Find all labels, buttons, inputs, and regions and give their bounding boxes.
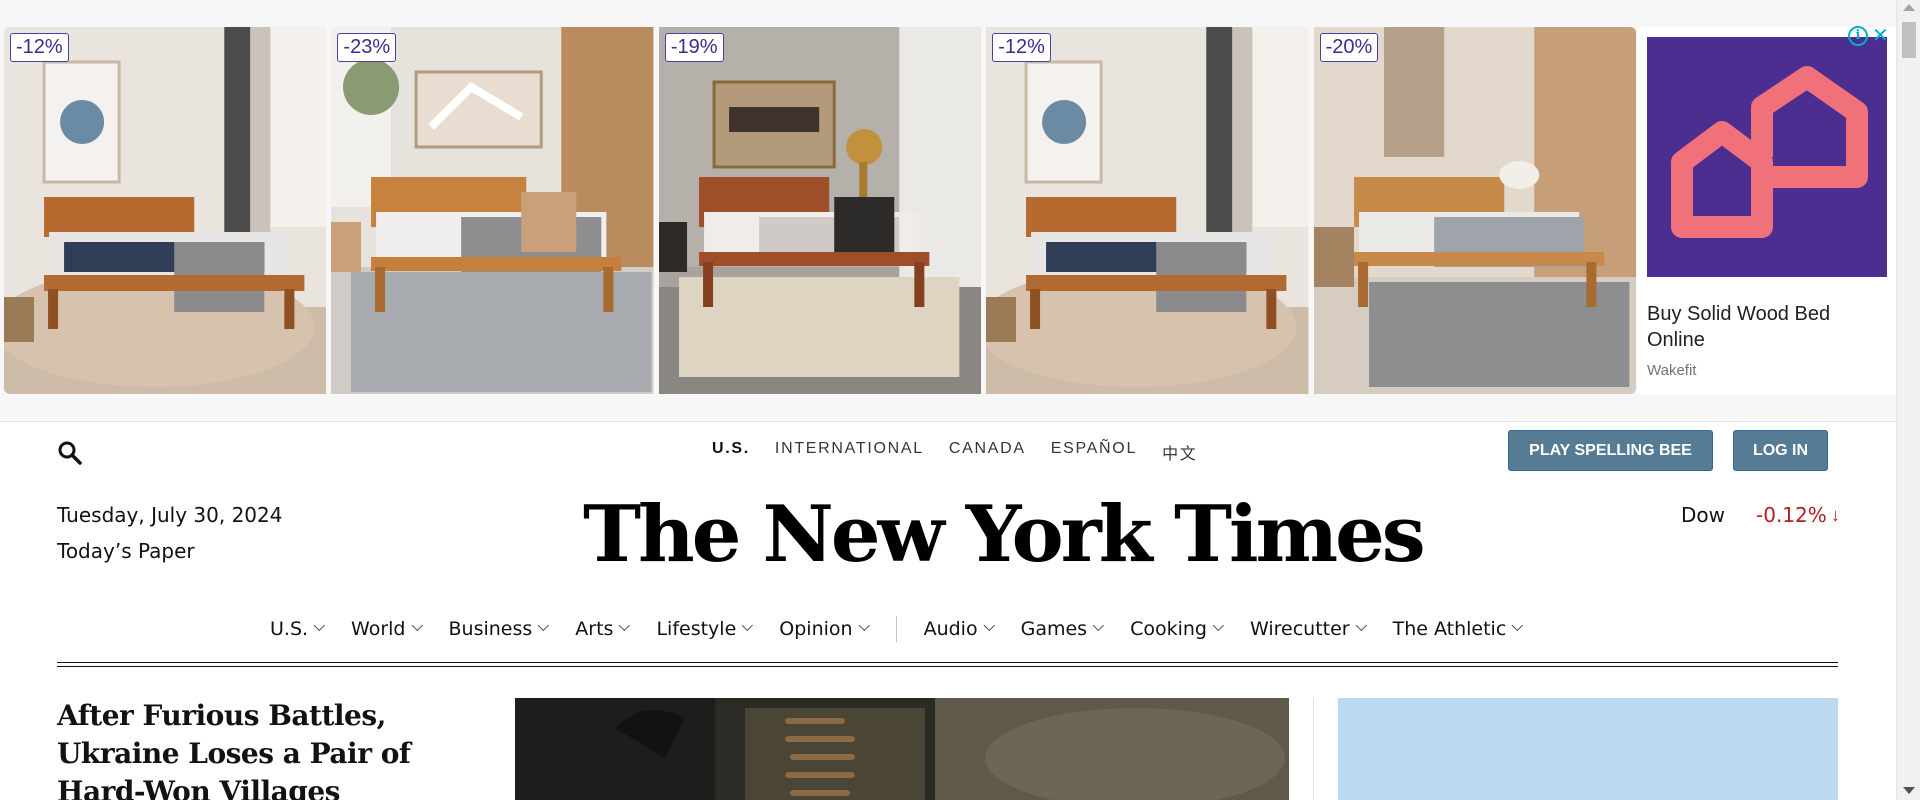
nav-label: Business [448,618,533,640]
bed-product-image [1313,27,1637,394]
chevron-down-icon [858,619,870,632]
scrollbar[interactable] [1896,0,1920,800]
close-icon[interactable]: ✕ [1872,26,1889,46]
nav-label: Lifestyle [656,618,737,640]
discount-badge: -12% [992,33,1051,62]
nav-item-games[interactable]: Games [1020,618,1105,640]
ad-banner: -12% -23% -19% -12% -20% Buy Solid Wood … [0,0,1896,421]
nav-item-opinion[interactable]: Opinion [779,618,870,640]
section-nav: U.S. World Business Arts Lifestyle Opini… [270,615,1549,643]
todays-paper-link[interactable]: Today’s Paper [57,539,195,563]
arrow-down-icon: ↓ [1831,505,1840,525]
lead-story-image[interactable] [515,698,1289,800]
nav-item-wirecutter[interactable]: Wirecutter [1249,618,1367,640]
bed-product-image [986,27,1309,394]
secondary-story-image[interactable] [1338,698,1838,800]
nav-item-arts[interactable]: Arts [575,618,631,640]
bed-product-image [331,27,654,394]
edition-chinese[interactable]: 中文 [1162,440,1197,464]
ad-side-panel[interactable]: Buy Solid Wood Bed Online Wakefit [1637,27,1896,394]
current-date: Tuesday, July 30, 2024 [57,503,283,527]
edition-menu: U.S. INTERNATIONAL CANADA ESPAÑOL 中文 [712,440,1197,464]
chevron-down-icon [1092,619,1105,632]
chevron-down-icon [983,619,995,632]
nav-item-us[interactable]: U.S. [270,618,325,640]
chevron-down-icon [1212,619,1224,632]
chevron-down-icon [619,619,631,632]
nav-item-cooking[interactable]: Cooking [1130,618,1224,640]
discount-badge: -12% [10,33,69,62]
ad-choices[interactable]: i ✕ [1848,26,1894,46]
column-divider [1313,698,1314,800]
nav-item-world[interactable]: World [351,618,423,640]
ad-title[interactable]: Buy Solid Wood Bed Online [1647,301,1887,353]
nav-label: Games [1020,618,1088,640]
ad-product-card[interactable]: -19% [658,27,982,394]
nyt-logo[interactable]: The New York Times [583,482,1426,587]
ad-product-carousel: -12% -23% -19% -12% -20% [4,27,1637,394]
nav-label: The Athletic [1392,618,1507,640]
scroll-down-arrow-icon[interactable] [1903,787,1915,794]
scrollbar-thumb[interactable] [1902,22,1916,58]
chevron-down-icon [411,619,423,632]
chevron-down-icon [313,619,325,632]
nav-separator [895,616,897,642]
ad-divider [0,421,1896,422]
discount-badge: -19% [664,33,724,62]
play-spelling-bee-button[interactable]: PLAY SPELLING BEE [1508,430,1713,471]
ammunition-photo [515,698,1289,800]
nav-label: Cooking [1130,618,1207,640]
edition-international[interactable]: INTERNATIONAL [775,440,924,464]
nav-rule [57,662,1838,663]
discount-badge: -23% [337,33,397,62]
nav-label: Opinion [779,618,853,640]
ad-product-card[interactable]: -12% [986,27,1309,394]
search-icon[interactable] [57,440,83,466]
nav-item-lifestyle[interactable]: Lifestyle [656,618,754,640]
nav-item-business[interactable]: Business [448,618,550,640]
chevron-down-icon [1511,619,1524,632]
wakefit-logo [1647,37,1887,277]
nav-label: Wirecutter [1249,618,1350,640]
ad-info-icon[interactable]: i [1848,26,1868,46]
ad-advertiser[interactable]: Wakefit [1647,362,1696,379]
lead-headline[interactable]: After Furious Battles, Ukraine Loses a P… [57,697,477,800]
bed-product-image [4,27,327,394]
chevron-down-icon [741,619,754,632]
ad-product-card[interactable]: -23% [331,27,654,394]
nav-label: Arts [575,618,614,640]
nav-rule [57,666,1838,667]
market-ticker-value[interactable]: -0.12% [1756,503,1827,527]
discount-badge: -20% [1319,33,1379,62]
ad-product-card[interactable]: -20% [1313,27,1637,394]
nav-item-audio[interactable]: Audio [923,618,995,640]
logo-text: The New York Times [583,489,1426,580]
nav-item-the-athletic[interactable]: The Athletic [1392,618,1524,640]
edition-canada[interactable]: CANADA [949,440,1026,464]
edition-espanol[interactable]: ESPAÑOL [1051,440,1137,464]
market-ticker-name[interactable]: Dow [1681,503,1725,527]
log-in-button[interactable]: LOG IN [1733,430,1828,471]
chevron-down-icon [1355,619,1367,632]
ad-product-card[interactable]: -12% [4,27,327,394]
chevron-down-icon [537,619,550,632]
bed-product-image [658,27,982,394]
nav-label: Audio [923,618,978,640]
nav-label: U.S. [270,618,309,640]
nav-label: World [351,618,406,640]
edition-us[interactable]: U.S. [712,440,750,464]
scroll-up-arrow-icon[interactable] [1903,4,1915,11]
